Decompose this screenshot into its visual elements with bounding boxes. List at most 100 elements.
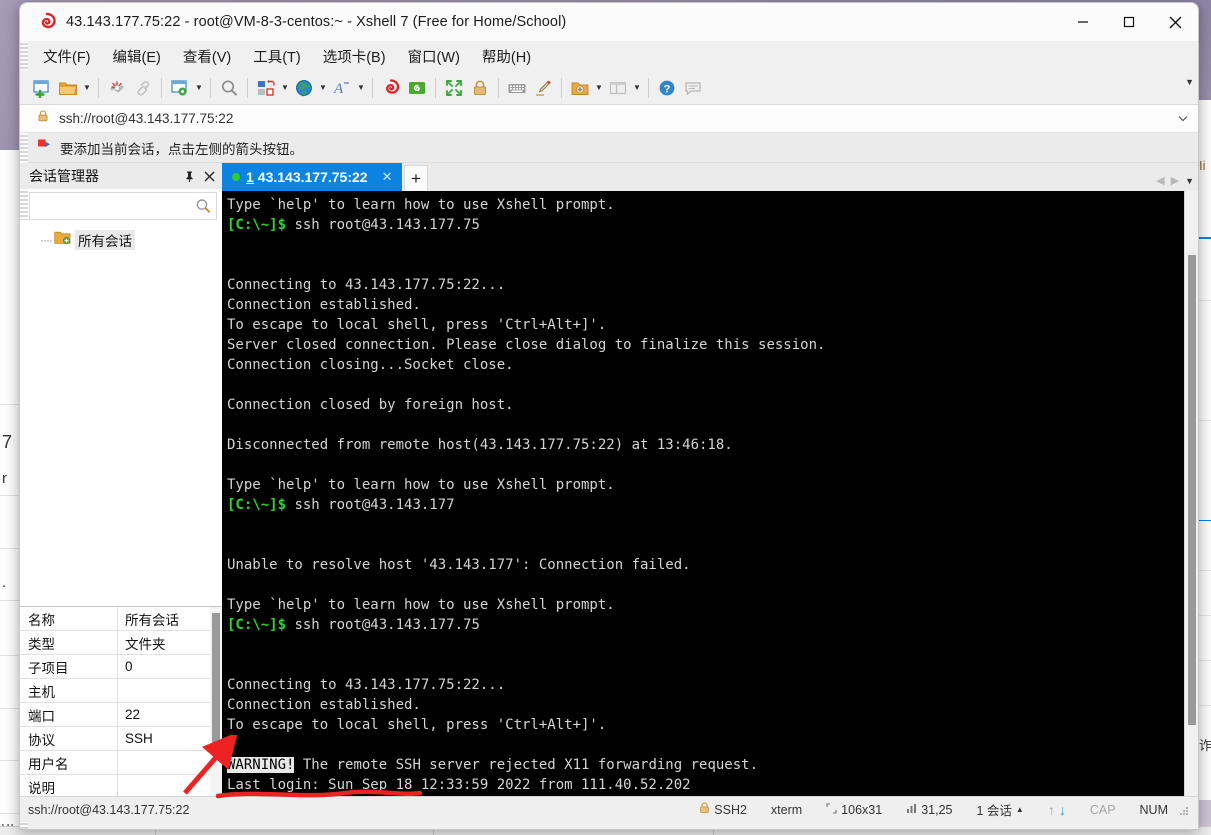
- disconnect-icon[interactable]: [104, 75, 130, 101]
- close-panel-icon[interactable]: [200, 167, 218, 185]
- session-search-box[interactable]: [29, 192, 217, 220]
- table-row[interactable]: 子项目 0: [20, 655, 222, 679]
- main-body: 会话管理器 ···· 所有会话 名称 所有会话 类型 文件夹 子项目 0 主机 …: [20, 163, 1198, 815]
- tab-prev-icon[interactable]: ◀: [1156, 174, 1164, 187]
- terminal-panel: 1 43.143.177.75:22 ✕ + ◀ ▶ ▼ Type `help'…: [222, 163, 1198, 815]
- table-row[interactable]: 用户名: [20, 751, 222, 775]
- property-key: 用户名: [20, 751, 118, 774]
- add-folder-icon[interactable]: [567, 75, 593, 101]
- status-sessions-group[interactable]: 1 会话 ▲: [976, 800, 1023, 819]
- new-session-icon[interactable]: [29, 75, 55, 101]
- folder-icon: [54, 230, 71, 250]
- status-size-group[interactable]: 106x31: [826, 803, 882, 817]
- reconnect-icon[interactable]: [130, 75, 156, 101]
- font-icon[interactable]: A: [329, 75, 355, 101]
- table-row[interactable]: 名称 所有会话: [20, 607, 222, 631]
- transfer-file-icon[interactable]: [253, 75, 279, 101]
- terminal-line: To escape to local shell, press 'Ctrl+Al…: [227, 315, 1184, 335]
- transfer-file-caret-icon[interactable]: ▼: [279, 75, 291, 101]
- xftp-icon[interactable]: [404, 75, 430, 101]
- title-bar[interactable]: 43.143.177.75:22 - root@VM-8-3-centos:~ …: [20, 3, 1198, 41]
- terminal-text: Disconnected from remote host(43.143.177…: [227, 437, 733, 453]
- status-terminal-type[interactable]: xterm: [771, 803, 802, 817]
- globe-icon[interactable]: [291, 75, 317, 101]
- tree-item-all-sessions[interactable]: ···· 所有会话: [20, 230, 222, 250]
- font-caret-icon[interactable]: ▼: [355, 75, 367, 101]
- table-row[interactable]: 协议 SSH: [20, 727, 222, 751]
- sessions-caret-icon[interactable]: ▲: [1016, 805, 1024, 814]
- session-manager-header: 会话管理器: [20, 163, 222, 189]
- maximize-button[interactable]: [1106, 3, 1152, 41]
- terminal-wrapper: Type `help' to learn how to use Xshell p…: [222, 191, 1198, 815]
- properties-scrollbar[interactable]: [210, 607, 222, 796]
- toolbar-separator: [372, 77, 373, 98]
- help-icon[interactable]: ?: [654, 75, 680, 101]
- layout-caret-icon[interactable]: ▼: [631, 75, 643, 101]
- menu-help[interactable]: 帮助(H): [472, 43, 541, 70]
- tab-next-icon[interactable]: ▶: [1171, 174, 1179, 187]
- keyboard-icon[interactable]: [504, 75, 530, 101]
- session-properties-caret-icon[interactable]: ▼: [193, 75, 205, 101]
- status-protocol-group[interactable]: SSH2: [699, 802, 747, 817]
- menu-file[interactable]: 文件(F): [33, 43, 101, 70]
- fullscreen-icon[interactable]: [441, 75, 467, 101]
- status-cursor-group[interactable]: 31,25: [906, 803, 952, 817]
- property-key: 说明: [20, 775, 118, 796]
- minimize-button[interactable]: [1060, 3, 1106, 41]
- terminal-text: Connecting to 43.143.177.75:22...: [227, 277, 506, 293]
- toolbar-overflow-icon[interactable]: ▼: [1185, 77, 1194, 87]
- xshell-window: 43.143.177.75:22 - root@VM-8-3-centos:~ …: [19, 2, 1199, 830]
- resize-grip-icon[interactable]: [1178, 804, 1190, 816]
- address-dropdown-icon[interactable]: [1178, 114, 1188, 124]
- close-button[interactable]: [1152, 3, 1198, 41]
- terminal-line: Type `help' to learn how to use Xshell p…: [227, 475, 1184, 495]
- tab-close-icon[interactable]: ✕: [382, 169, 393, 185]
- menu-window[interactable]: 窗口(W): [398, 43, 470, 70]
- toolbar-separator: [561, 77, 562, 98]
- tab-session-1[interactable]: 1 43.143.177.75:22 ✕: [222, 163, 402, 191]
- layout-icon[interactable]: [605, 75, 631, 101]
- terminal-prompt: [C:\~]$: [227, 617, 287, 633]
- terminal-line: To escape to local shell, press 'Ctrl+Al…: [227, 715, 1184, 735]
- background-text-right-1: 诈: [1199, 738, 1211, 753]
- search-icon[interactable]: [194, 197, 212, 220]
- menu-tools[interactable]: 工具(T): [243, 43, 311, 70]
- toolbar: ▼ ▼ ▼ ▼ A ▼ ▼ ▼ ? ▼: [20, 71, 1198, 105]
- table-row[interactable]: 说明: [20, 775, 222, 796]
- tab-list-icon[interactable]: ▼: [1185, 176, 1194, 186]
- lock-icon[interactable]: [467, 75, 493, 101]
- background-text-left-2: .: [2, 574, 7, 591]
- terminal-output[interactable]: Type `help' to learn how to use Xshell p…: [222, 191, 1184, 815]
- globe-caret-icon[interactable]: ▼: [317, 75, 329, 101]
- session-tree[interactable]: ···· 所有会话: [20, 220, 222, 606]
- open-folder-icon[interactable]: [55, 75, 81, 101]
- chat-icon[interactable]: [680, 75, 706, 101]
- menu-edit[interactable]: 编辑(E): [103, 43, 171, 70]
- highlight-icon[interactable]: [530, 75, 556, 101]
- terminal-scrollbar[interactable]: [1184, 191, 1198, 815]
- menu-view[interactable]: 查看(V): [173, 43, 241, 70]
- table-row[interactable]: 类型 文件夹: [20, 631, 222, 655]
- address-input[interactable]: ssh://root@43.143.177.75:22: [59, 111, 233, 126]
- address-bar[interactable]: ssh://root@43.143.177.75:22: [20, 105, 1198, 133]
- properties-scroll-thumb[interactable]: [212, 613, 220, 745]
- terminal-scroll-thumb[interactable]: [1188, 255, 1196, 725]
- terminal-text: ssh root@43.143.177.75: [286, 617, 480, 633]
- menu-tabs[interactable]: 选项卡(B): [313, 43, 396, 70]
- terminal-text: Unable to resolve host '43.143.177': Con…: [227, 557, 691, 573]
- tab-status-dot-icon: [232, 173, 240, 181]
- open-folder-caret-icon[interactable]: ▼: [81, 75, 93, 101]
- status-transfer-group: ↑ ↓: [1048, 802, 1066, 818]
- table-row[interactable]: 端口 22: [20, 703, 222, 727]
- table-row[interactable]: 主机: [20, 679, 222, 703]
- pin-icon[interactable]: [180, 167, 198, 185]
- find-icon[interactable]: [216, 75, 242, 101]
- add-folder-caret-icon[interactable]: ▼: [593, 75, 605, 101]
- new-tab-button[interactable]: +: [404, 165, 428, 191]
- session-properties-icon[interactable]: [167, 75, 193, 101]
- xshell-icon[interactable]: [378, 75, 404, 101]
- tab-bar-controls: ◀ ▶ ▼: [1156, 174, 1194, 187]
- status-num-lock: NUM: [1139, 802, 1168, 817]
- property-value: 22: [125, 707, 141, 722]
